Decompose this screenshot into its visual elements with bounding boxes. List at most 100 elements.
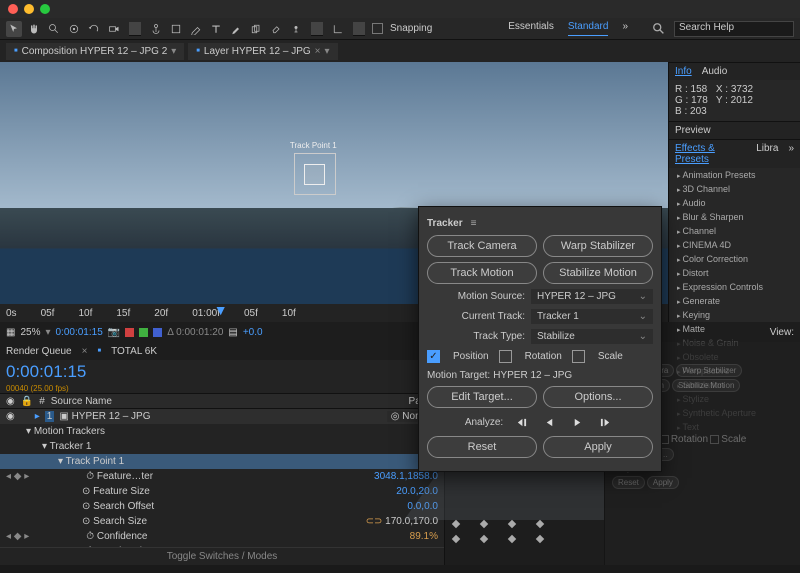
snapping-checkbox[interactable]	[372, 23, 383, 34]
channel-g-icon[interactable]	[139, 328, 148, 337]
prop-row[interactable]: ◂ ◆ ▸⏱ Feature…ter3048.1,1858.0	[0, 469, 444, 484]
view-grid-icon[interactable]: ▦	[6, 327, 15, 338]
workspace-switcher: Essentials Standard »	[508, 21, 628, 36]
toggle-switches-button[interactable]: Toggle Switches / Modes	[0, 547, 444, 565]
selection-tool-icon[interactable]	[6, 21, 22, 37]
category-item[interactable]: Keying	[669, 308, 800, 322]
current-track-dropdown[interactable]: Tracker 1⌄	[531, 309, 653, 324]
eye-icon[interactable]: ◉	[6, 396, 15, 407]
motion-source-dropdown[interactable]: HYPER 12 – JPG⌄	[531, 289, 653, 304]
tab-effects-presets[interactable]: Effects & Presets	[675, 143, 746, 165]
category-item[interactable]: Animation Presets	[669, 168, 800, 182]
eye-toggle-icon[interactable]: ◉	[6, 411, 15, 422]
maximize-window-icon[interactable]	[40, 4, 50, 14]
category-item[interactable]: 3D Channel	[669, 182, 800, 196]
apply-button[interactable]: Apply	[543, 436, 653, 458]
tab-total-6k[interactable]: TOTAL 6K	[111, 346, 157, 357]
tab-render-queue[interactable]: Render Queue	[6, 346, 72, 357]
prop-row[interactable]: ⊙ Feature Size20.0,20.0	[0, 484, 444, 499]
panel-tab-bar: ■ Composition HYPER 12 – JPG 2 ▾ ■ Layer…	[0, 40, 800, 62]
playhead-icon[interactable]: ▼	[214, 302, 228, 318]
prop-row[interactable]: ◂ ◆ ▸⏱ Confidence89.1%	[0, 529, 444, 544]
zoom-level[interactable]: 25%	[20, 327, 40, 338]
stabilize-motion-button[interactable]: Stabilize Motion	[543, 262, 653, 284]
play-back-icon[interactable]	[539, 414, 559, 430]
eraser-tool-icon[interactable]	[268, 21, 284, 37]
panel-menu-icon[interactable]: ≡	[471, 218, 477, 229]
reset-button[interactable]: Reset	[427, 436, 537, 458]
channel-r-icon[interactable]	[125, 328, 134, 337]
anchor-tool-icon[interactable]	[148, 21, 164, 37]
category-item[interactable]: Generate	[669, 294, 800, 308]
group-tracker-1[interactable]: ▾ Tracker 1	[0, 439, 444, 454]
category-item[interactable]: Audio	[669, 196, 800, 210]
prop-row[interactable]: ⊙ Search Size⊂⊃ 170.0,170.0	[0, 514, 444, 529]
lock-icon[interactable]: 🔒	[21, 396, 33, 407]
category-item[interactable]: Expression Controls	[669, 280, 800, 294]
menu-icon[interactable]: ▤	[228, 327, 237, 338]
track-type-dropdown[interactable]: Stabilize⌄	[531, 329, 653, 344]
channel-b-icon[interactable]	[153, 328, 162, 337]
puppet-tool-icon[interactable]	[288, 21, 304, 37]
tracker-title: Tracker≡	[427, 215, 653, 229]
workspace-more-icon[interactable]: »	[622, 21, 628, 36]
step-back-icon[interactable]	[511, 414, 531, 430]
camera-tool-icon[interactable]	[106, 21, 122, 37]
tab-composition[interactable]: ■ Composition HYPER 12 – JPG 2 ▾	[6, 43, 184, 60]
timeline-columns: ◉ 🔒 # Source Name Parent	[0, 393, 444, 409]
category-item[interactable]: Blur & Sharpen	[669, 210, 800, 224]
play-forward-icon[interactable]	[567, 414, 587, 430]
category-item[interactable]: Distort	[669, 266, 800, 280]
edit-target-button[interactable]: Edit Target...	[427, 386, 537, 408]
chevron-down-icon[interactable]: ▾	[171, 46, 176, 57]
clone-tool-icon[interactable]	[248, 21, 264, 37]
minimize-window-icon[interactable]	[24, 4, 34, 14]
axis-mode-icon[interactable]	[330, 21, 346, 37]
track-feature-region[interactable]	[304, 164, 325, 185]
workspace-essentials[interactable]: Essentials	[508, 21, 554, 36]
track-point-widget[interactable]: Track Point 1	[294, 153, 336, 195]
tab-libraries[interactable]: Libra	[756, 143, 778, 165]
chevron-down-icon[interactable]: ▾	[324, 46, 329, 57]
track-camera-button[interactable]: Track Camera	[427, 235, 537, 257]
shape-tool-icon[interactable]	[168, 21, 184, 37]
text-tool-icon[interactable]	[208, 21, 224, 37]
category-item[interactable]: Color Correction	[669, 252, 800, 266]
timeline-timecode[interactable]: 0:00:01:15	[0, 360, 444, 384]
prop-row[interactable]: ⊙ Search Offset0.0,0.0	[0, 499, 444, 514]
search-help-input[interactable]: Search Help	[674, 21, 794, 37]
scale-checkbox[interactable]	[572, 350, 585, 363]
rotation-checkbox[interactable]	[499, 350, 512, 363]
track-motion-button[interactable]: Track Motion	[427, 262, 537, 284]
category-item[interactable]: Channel	[669, 224, 800, 238]
tab-preview[interactable]: Preview	[675, 125, 711, 136]
orbit-tool-icon[interactable]	[66, 21, 82, 37]
tab-audio[interactable]: Audio	[702, 66, 728, 77]
options-button[interactable]: Options...	[543, 386, 653, 408]
tab-label: Layer HYPER 12 – JPG	[204, 46, 311, 57]
category-item[interactable]: CINEMA 4D	[669, 238, 800, 252]
offset-value[interactable]: +0.0	[243, 327, 263, 338]
warp-stabilizer-button[interactable]: Warp Stabilizer	[543, 235, 653, 257]
rotate-tool-icon[interactable]	[86, 21, 102, 37]
current-time[interactable]: 0:00:01:15	[56, 327, 103, 338]
snapshot-icon[interactable]: 📷	[108, 327, 120, 338]
position-checkbox[interactable]	[427, 350, 440, 363]
brush-tool-icon[interactable]	[228, 21, 244, 37]
tab-layer[interactable]: ■ Layer HYPER 12 – JPG × ▾	[188, 43, 337, 60]
pen-tool-icon[interactable]	[188, 21, 204, 37]
workspace-standard[interactable]: Standard	[568, 21, 609, 36]
window-titlebar	[0, 0, 800, 18]
zoom-tool-icon[interactable]	[46, 21, 62, 37]
column-source[interactable]: Source Name	[51, 396, 112, 407]
hand-tool-icon[interactable]	[26, 21, 42, 37]
step-forward-icon[interactable]	[595, 414, 615, 430]
layer-row[interactable]: ◉ ▸ 1 ▣ HYPER 12 – JPG ◎ None ▾	[0, 409, 444, 424]
group-track-point-1[interactable]: ▾ Track Point 1	[0, 454, 444, 469]
more-icon[interactable]: »	[788, 143, 794, 165]
close-window-icon[interactable]	[8, 4, 18, 14]
timeline-panel: Render Queue × ■ TOTAL 6K 0:00:01:15 000…	[0, 342, 444, 565]
group-motion-trackers[interactable]: ▾ Motion Trackers	[0, 424, 444, 439]
close-icon[interactable]: ×	[315, 46, 321, 57]
tab-info[interactable]: Info	[675, 66, 692, 77]
